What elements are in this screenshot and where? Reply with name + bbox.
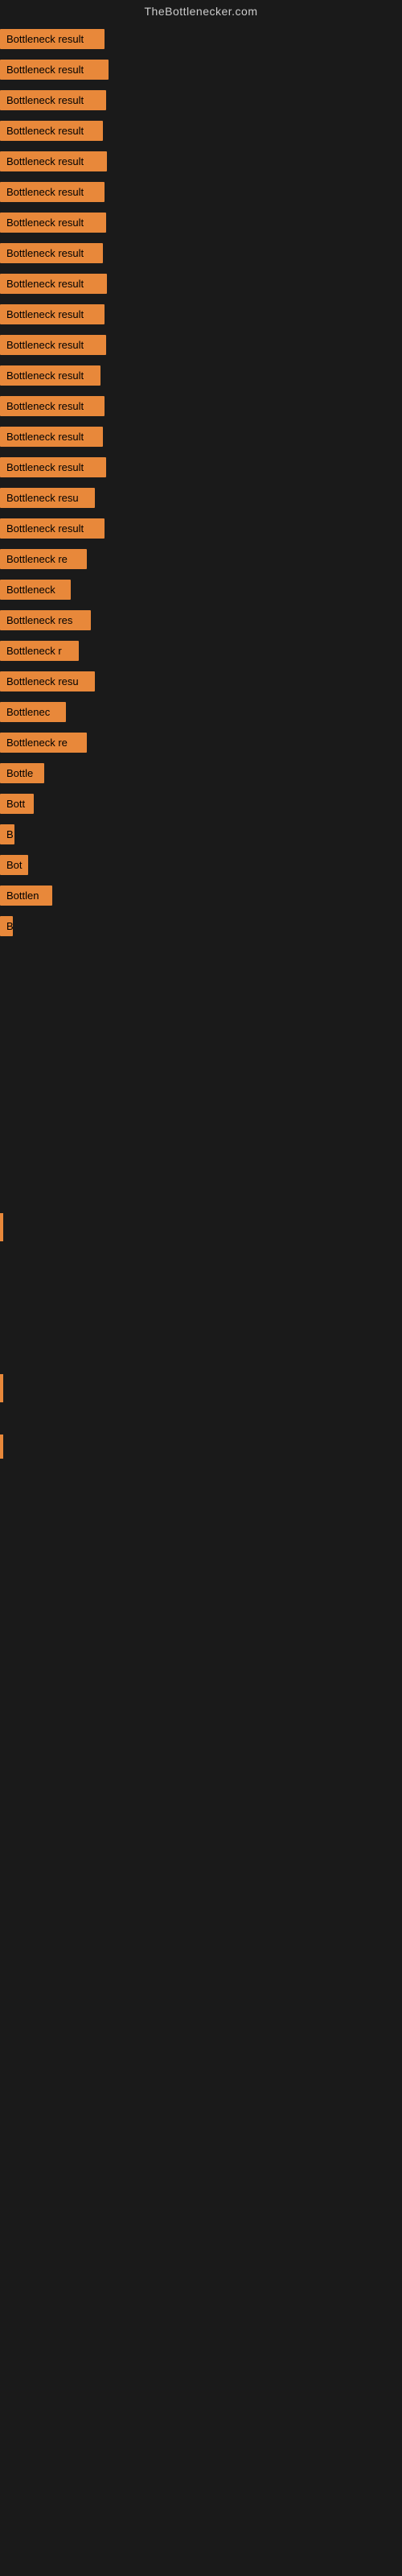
bottleneck-bar-10: Bottleneck result [0, 335, 106, 355]
bar-row-27: Bot [0, 852, 402, 882]
bar-row-5: Bottleneck result [0, 179, 402, 209]
bottleneck-bar-8: Bottleneck result [0, 274, 107, 294]
bar-row-22: Bottlenec [0, 699, 402, 729]
bottleneck-bar-21: Bottleneck resu [0, 671, 95, 691]
bar-row-23: Bottleneck re [0, 729, 402, 760]
bottleneck-bar-20: Bottleneck r [0, 641, 79, 661]
bottom-spacer [0, 943, 402, 1467]
bar-row-13: Bottleneck result [0, 423, 402, 454]
site-title: TheBottlenecker.com [0, 0, 402, 26]
bottleneck-bar-24: Bottle [0, 763, 44, 783]
bottleneck-bar-5: Bottleneck result [0, 182, 105, 202]
bottleneck-bar-9: Bottleneck result [0, 304, 105, 324]
bar-row-24: Bottle [0, 760, 402, 791]
bar-row-19: Bottleneck res [0, 607, 402, 638]
bottleneck-bar-19: Bottleneck res [0, 610, 91, 630]
bar-row-21: Bottleneck resu [0, 668, 402, 699]
bar-row-17: Bottleneck re [0, 546, 402, 576]
bar-row-11: Bottleneck result [0, 362, 402, 393]
bar-row-4: Bottleneck result [0, 148, 402, 179]
bar-row-15: Bottleneck resu [0, 485, 402, 515]
bar-row-29: B [0, 913, 402, 943]
bottom-bar-3 [0, 1435, 3, 1459]
bar-row-20: Bottleneck r [0, 638, 402, 668]
bottleneck-bar-14: Bottleneck result [0, 457, 106, 477]
bottleneck-bar-0: Bottleneck result [0, 29, 105, 49]
bottleneck-bar-13: Bottleneck result [0, 427, 103, 447]
bottleneck-bar-29: B [0, 916, 13, 936]
bar-row-1: Bottleneck result [0, 56, 402, 87]
bottleneck-bar-11: Bottleneck result [0, 365, 100, 386]
bottom-bar-1 [0, 1213, 3, 1241]
bars-container: Bottleneck result Bottleneck result Bottle… [0, 26, 402, 943]
bar-row-25: Bott [0, 791, 402, 821]
bottleneck-bar-3: Bottleneck result [0, 121, 103, 141]
vertical-line [6, 943, 9, 1414]
bottleneck-bar-28: Bottlen [0, 886, 52, 906]
bottleneck-bar-12: Bottleneck result [0, 396, 105, 416]
bar-row-7: Bottleneck result [0, 240, 402, 270]
bottleneck-bar-1: Bottleneck result [0, 60, 109, 80]
bottleneck-bar-2: Bottleneck result [0, 90, 106, 110]
bar-row-9: Bottleneck result [0, 301, 402, 332]
bottleneck-bar-22: Bottlenec [0, 702, 66, 722]
bar-row-18: Bottleneck [0, 576, 402, 607]
bar-row-14: Bottleneck result [0, 454, 402, 485]
bottleneck-bar-15: Bottleneck resu [0, 488, 95, 508]
bottleneck-bar-27: Bot [0, 855, 28, 875]
bar-row-2: Bottleneck result [0, 87, 402, 118]
bar-row-28: Bottlen [0, 882, 402, 913]
bottleneck-bar-7: Bottleneck result [0, 243, 103, 263]
bottleneck-bar-18: Bottleneck [0, 580, 71, 600]
bar-row-10: Bottleneck result [0, 332, 402, 362]
bottom-bar-2 [0, 1374, 3, 1402]
bottleneck-bar-17: Bottleneck re [0, 549, 87, 569]
bottleneck-bar-25: Bott [0, 794, 34, 814]
bottleneck-bar-23: Bottleneck re [0, 733, 87, 753]
bottleneck-bar-6: Bottleneck result [0, 213, 106, 233]
bottleneck-bar-16: Bottleneck result [0, 518, 105, 539]
bar-row-16: Bottleneck result [0, 515, 402, 546]
bottleneck-bar-4: Bottleneck result [0, 151, 107, 171]
bar-row-8: Bottleneck result [0, 270, 402, 301]
bar-row-26: B [0, 821, 402, 852]
bar-row-0: Bottleneck result [0, 26, 402, 56]
bar-row-6: Bottleneck result [0, 209, 402, 240]
bar-row-12: Bottleneck result [0, 393, 402, 423]
bottleneck-bar-26: B [0, 824, 14, 844]
bar-row-3: Bottleneck result [0, 118, 402, 148]
